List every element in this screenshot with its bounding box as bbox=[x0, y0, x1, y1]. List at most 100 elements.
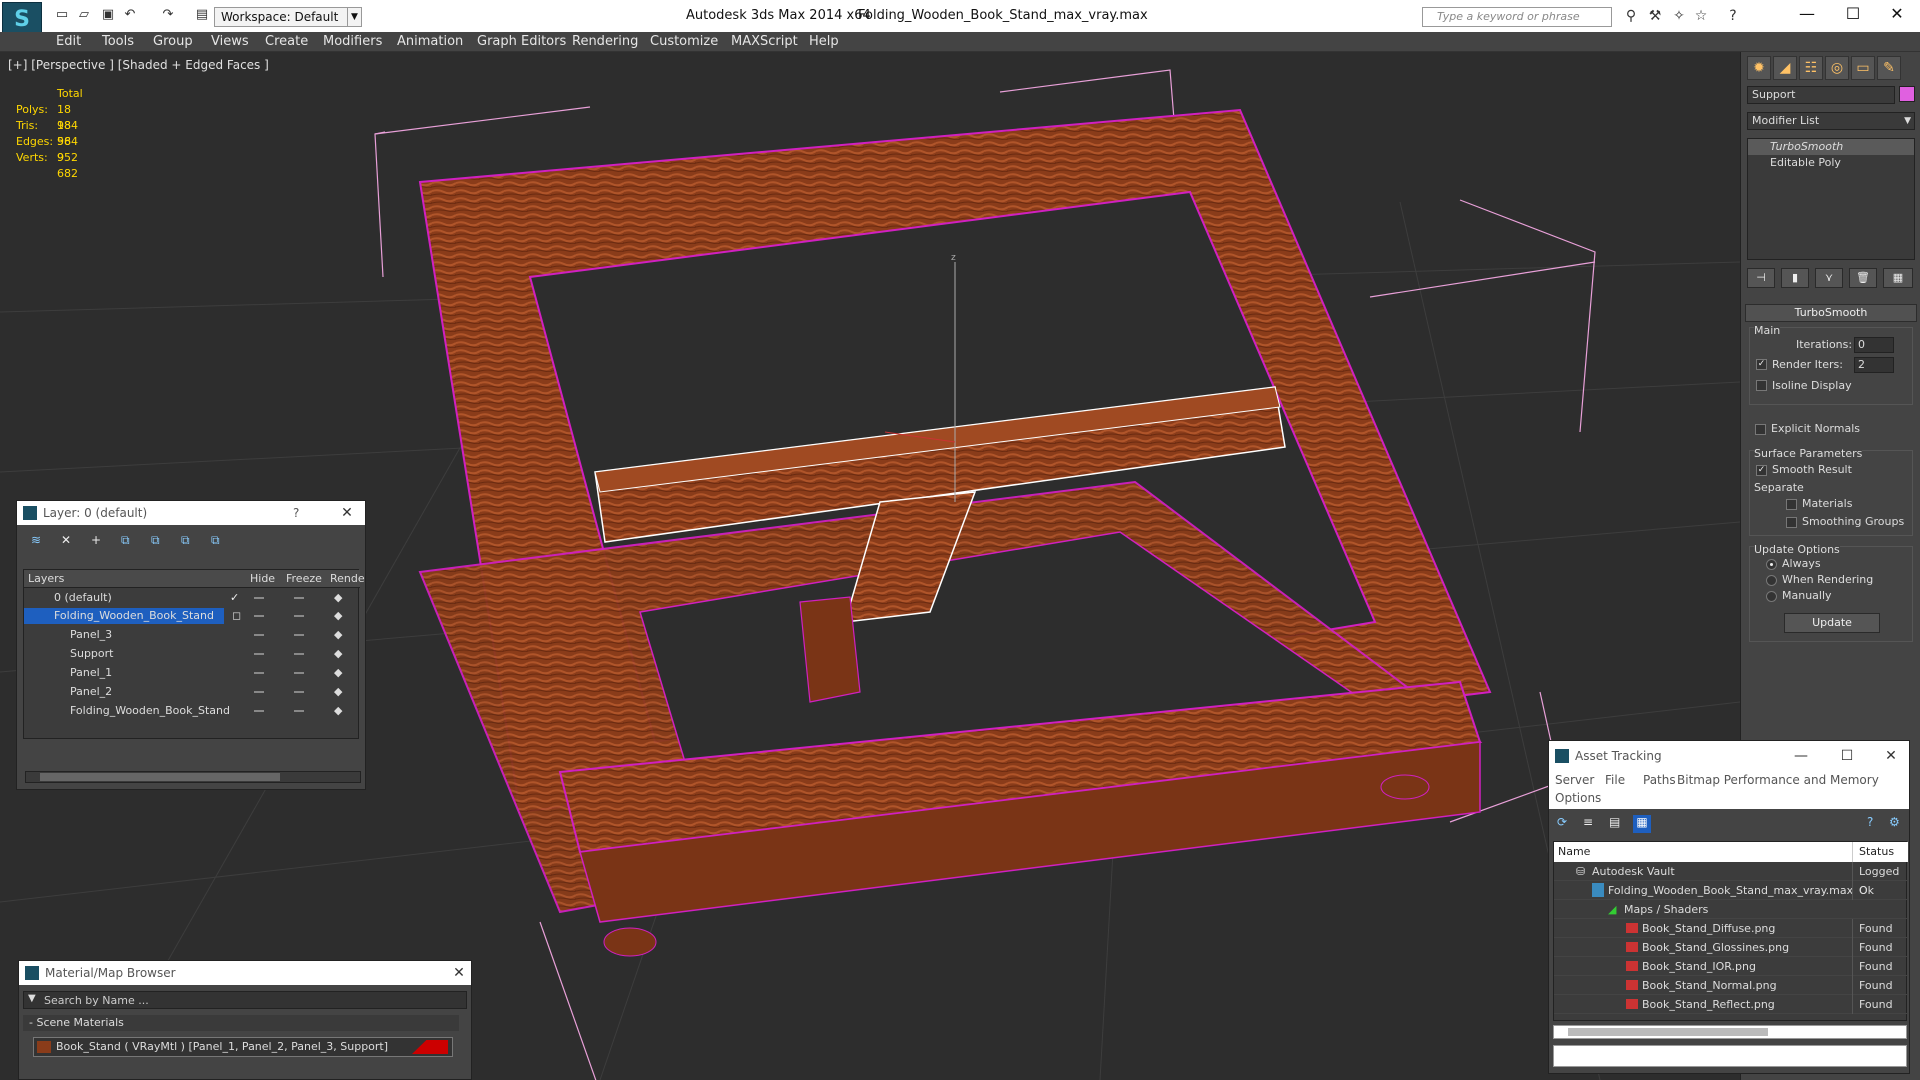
menu-options[interactable]: Options bbox=[1555, 791, 1601, 805]
material-item[interactable]: Book_Stand ( VRayMtl ) [Panel_1, Panel_2… bbox=[33, 1037, 453, 1057]
asset-path-field[interactable] bbox=[1553, 1045, 1907, 1067]
pin-stack-icon[interactable]: ⊣ bbox=[1747, 268, 1775, 288]
object-color-swatch[interactable] bbox=[1899, 86, 1915, 102]
menu-views[interactable]: Views bbox=[211, 34, 249, 49]
viewport-label[interactable]: [+] [Perspective ] [Shaded + Edged Faces… bbox=[8, 58, 269, 72]
search-input[interactable]: Type a keyword or phrase bbox=[1422, 7, 1612, 27]
show-end-result-icon[interactable]: ▮ bbox=[1781, 268, 1809, 288]
asset-tracking-header[interactable]: Asset Tracking — ☐ ✕ bbox=[1549, 741, 1909, 771]
menu-customize[interactable]: Customize bbox=[650, 34, 718, 49]
layer-row[interactable]: Panel_3 ◆ bbox=[24, 627, 360, 643]
render-icon[interactable]: ◆ bbox=[334, 590, 342, 606]
render-iters-checkbox[interactable]: ✓ bbox=[1756, 359, 1767, 370]
when-rendering-radio[interactable] bbox=[1766, 575, 1777, 586]
delete-layer-icon[interactable]: ✕ bbox=[61, 533, 71, 547]
create-tab-icon[interactable]: ✹ bbox=[1747, 56, 1771, 80]
horizontal-scrollbar[interactable] bbox=[25, 771, 361, 783]
render-icon[interactable]: ◆ bbox=[334, 608, 342, 624]
rollout-turbosmooth[interactable]: TurboSmooth bbox=[1745, 304, 1917, 322]
refresh-icon[interactable]: ⟳ bbox=[1557, 815, 1567, 829]
render-icon[interactable]: ◆ bbox=[334, 665, 342, 681]
maximize-icon[interactable]: ☐ bbox=[1835, 744, 1859, 768]
table-view-icon[interactable]: ▦ bbox=[1633, 815, 1651, 833]
smoothing-groups-checkbox[interactable] bbox=[1786, 517, 1797, 528]
help-icon[interactable]: ? bbox=[293, 501, 299, 525]
render-icon[interactable]: ◆ bbox=[334, 684, 342, 700]
save-file-icon[interactable]: ▣ bbox=[98, 7, 118, 25]
open-file-icon[interactable]: ▱ bbox=[74, 7, 94, 25]
close-button[interactable]: ✕ bbox=[1874, 4, 1920, 28]
asset-row[interactable]: ⛁ Autodesk Vault Logged O bbox=[1554, 862, 1908, 900]
project-folder-icon[interactable]: ▤ bbox=[192, 7, 212, 25]
menu-server[interactable]: Server bbox=[1555, 773, 1594, 787]
asset-row[interactable]: Folding_Wooden_Book_Stand_max_vray.max O… bbox=[1554, 881, 1908, 900]
asset-row[interactable]: Book_Stand_Diffuse.png Found bbox=[1554, 919, 1908, 938]
modify-tab-icon[interactable]: ◢ bbox=[1773, 56, 1797, 80]
layer-row-selected[interactable]: Folding_Wooden_Book_Stand bbox=[24, 608, 224, 624]
explicit-normals-checkbox[interactable] bbox=[1755, 424, 1766, 435]
menu-rendering[interactable]: Rendering bbox=[572, 34, 638, 49]
menu-tools[interactable]: Tools bbox=[102, 34, 134, 49]
material-browser-header[interactable]: Material/Map Browser ✕ bbox=[19, 961, 471, 985]
menu-help[interactable]: Help bbox=[809, 34, 839, 49]
menu-create[interactable]: Create bbox=[265, 34, 308, 49]
col-render[interactable]: Rende bbox=[330, 572, 365, 585]
modifier-stack[interactable]: TurboSmooth Editable Poly bbox=[1747, 138, 1915, 260]
menu-modifiers[interactable]: Modifiers bbox=[323, 34, 382, 49]
select-objects-icon[interactable]: ⧉ bbox=[121, 533, 130, 548]
menu-graph-editors[interactable]: Graph Editors bbox=[477, 34, 566, 49]
menu-animation[interactable]: Animation bbox=[397, 34, 463, 49]
favorites-star-icon[interactable]: ☆ bbox=[1692, 8, 1710, 26]
undo-icon[interactable]: ↶ bbox=[120, 7, 140, 25]
asset-row[interactable]: Book_Stand_Reflect.png Found bbox=[1554, 995, 1908, 1014]
list-view-icon[interactable]: ≡ bbox=[1583, 815, 1593, 829]
hierarchy-tab-icon[interactable]: ☷ bbox=[1799, 56, 1823, 80]
add-layer-icon[interactable]: + bbox=[91, 533, 101, 547]
col-layers[interactable]: Layers bbox=[28, 572, 64, 585]
settings-icon[interactable]: ⚙ bbox=[1889, 815, 1900, 829]
col-hide[interactable]: Hide bbox=[250, 572, 275, 585]
workspace-dropdown[interactable]: Workspace: Default ▼ bbox=[214, 7, 362, 27]
maximize-button[interactable]: ☐ bbox=[1830, 4, 1876, 28]
update-button[interactable]: Update bbox=[1784, 613, 1880, 633]
menu-paths[interactable]: Paths bbox=[1643, 773, 1676, 787]
asset-row[interactable]: Book_Stand_Glossines.png Found bbox=[1554, 938, 1908, 957]
layer-row[interactable]: Folding_Wooden_Book_Stand ◆ bbox=[24, 703, 360, 719]
render-icon[interactable]: ◆ bbox=[334, 646, 342, 662]
layers-stack-icon[interactable]: ≋ bbox=[31, 533, 41, 547]
hide-all-icon[interactable]: ⧉ bbox=[181, 533, 190, 548]
scene-materials-section[interactable]: - Scene Materials bbox=[23, 1015, 459, 1031]
stack-item-editable-poly[interactable]: Editable Poly bbox=[1748, 155, 1914, 171]
material-search-input[interactable]: ▼ Search by Name ... bbox=[23, 991, 467, 1009]
manually-radio[interactable] bbox=[1766, 591, 1777, 602]
menu-edit[interactable]: Edit bbox=[56, 34, 81, 49]
modifier-list-dropdown[interactable]: Modifier List ▼ bbox=[1747, 112, 1915, 130]
display-tab-icon[interactable]: ▭ bbox=[1851, 56, 1875, 80]
help-icon[interactable]: ? bbox=[1867, 815, 1873, 829]
isoline-display-checkbox[interactable] bbox=[1756, 380, 1767, 391]
asset-row[interactable]: Book_Stand_IOR.png Found bbox=[1554, 957, 1908, 976]
motion-tab-icon[interactable]: ◎ bbox=[1825, 56, 1849, 80]
always-radio[interactable] bbox=[1766, 559, 1777, 570]
render-iters-spinner[interactable]: 2 bbox=[1854, 357, 1894, 373]
stack-item-turbosmooth[interactable]: TurboSmooth bbox=[1748, 139, 1914, 155]
smooth-result-checkbox[interactable]: ✓ bbox=[1756, 465, 1767, 476]
object-name-field[interactable]: Support bbox=[1747, 86, 1895, 104]
menu-group[interactable]: Group bbox=[153, 34, 193, 49]
subscription-icon[interactable]: ⚒ bbox=[1646, 8, 1664, 26]
menu-maxscript[interactable]: MAXScript bbox=[731, 34, 798, 49]
minimize-icon[interactable]: — bbox=[1789, 744, 1813, 768]
make-unique-icon[interactable]: ⋎ bbox=[1815, 268, 1843, 288]
asset-row[interactable]: ◢ Maps / Shaders bbox=[1554, 900, 1908, 919]
close-icon[interactable]: ✕ bbox=[1879, 744, 1903, 768]
configure-modifier-sets-icon[interactable]: ▦ bbox=[1883, 268, 1913, 288]
layer-row[interactable]: Panel_2 ◆ bbox=[24, 684, 360, 700]
col-status[interactable]: Status bbox=[1852, 842, 1894, 862]
utilities-tab-icon[interactable]: ✎ bbox=[1877, 56, 1901, 80]
add-to-layer-icon[interactable]: ◻ bbox=[232, 608, 241, 624]
remove-modifier-icon[interactable]: 🗑 bbox=[1849, 268, 1877, 288]
new-file-icon[interactable]: ▭ bbox=[52, 7, 72, 25]
materials-checkbox[interactable] bbox=[1786, 499, 1797, 510]
menu-file[interactable]: File bbox=[1605, 773, 1625, 787]
binoculars-icon[interactable]: ⚲ bbox=[1622, 8, 1640, 26]
